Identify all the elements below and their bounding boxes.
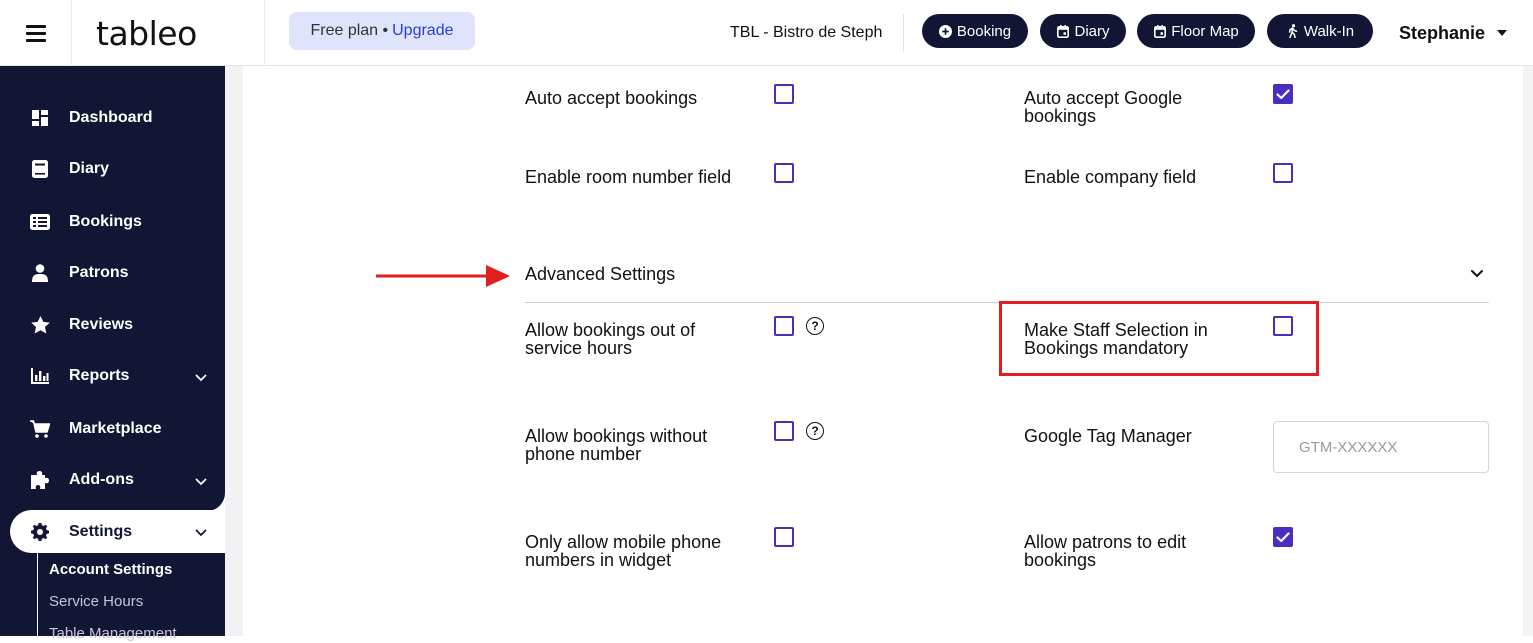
new-booking-button[interactable]: Booking bbox=[922, 14, 1028, 48]
diary-button-label: Diary bbox=[1074, 22, 1110, 40]
chevron-down-icon bbox=[195, 369, 207, 387]
puzzle-icon bbox=[29, 469, 51, 491]
chevron-down-icon bbox=[195, 524, 207, 542]
calendar-icon bbox=[1056, 24, 1070, 38]
auto-accept-google-checkbox[interactable] bbox=[1273, 84, 1293, 104]
patrons-edit-label: Allow patrons to edit bookings bbox=[1024, 532, 1187, 570]
help-icon[interactable]: ? bbox=[806, 317, 824, 335]
sidebar-item-label: Reports bbox=[69, 367, 130, 384]
sidebar-item-patrons[interactable]: Patrons bbox=[0, 251, 225, 295]
settings-content bbox=[243, 66, 1533, 636]
walking-icon bbox=[1286, 24, 1300, 38]
staff-mandatory-label: Make Staff Selection in Bookings mandato… bbox=[1024, 320, 1208, 358]
auto-accept-checkbox[interactable] bbox=[774, 84, 794, 104]
staff-mandatory-checkbox[interactable] bbox=[1273, 316, 1293, 336]
gtm-label: Google Tag Manager bbox=[1024, 426, 1192, 446]
advanced-settings-toggle[interactable]: Advanced Settings bbox=[525, 264, 675, 285]
plus-circle-icon bbox=[939, 24, 953, 38]
list-icon bbox=[29, 211, 51, 233]
sidebar: Dashboard Diary Bookings Patrons Reviews… bbox=[0, 66, 225, 643]
plan-badge: Free plan • Upgrade bbox=[289, 12, 475, 50]
submenu-item-account-settings[interactable]: Account Settings bbox=[49, 561, 172, 578]
no-phone-label: Allow bookings without phone number bbox=[525, 426, 708, 464]
user-name: Stephanie bbox=[1399, 22, 1486, 43]
hamburger-icon bbox=[25, 25, 46, 42]
gtm-input[interactable] bbox=[1273, 421, 1489, 473]
booking-button-label: Booking bbox=[956, 22, 1012, 40]
calendar-icon bbox=[1153, 24, 1167, 38]
sidebar-item-label: Add-ons bbox=[69, 471, 134, 488]
red-arrow-annotation bbox=[376, 262, 512, 295]
sidebar-item-reviews[interactable]: Reviews bbox=[0, 303, 225, 347]
chevron-down-icon bbox=[195, 473, 207, 491]
company-field-label: Enable company field bbox=[1024, 167, 1197, 187]
dashboard-icon bbox=[29, 107, 51, 129]
walk-in-button-label: Walk-In bbox=[1303, 22, 1355, 40]
walk-in-button[interactable]: Walk-In bbox=[1267, 14, 1373, 48]
floor-map-button[interactable]: Floor Map bbox=[1137, 14, 1255, 48]
gear-icon bbox=[29, 521, 51, 543]
company-field-checkbox[interactable] bbox=[1273, 163, 1293, 183]
book-icon bbox=[29, 158, 51, 180]
no-phone-checkbox[interactable] bbox=[774, 421, 794, 441]
help-icon[interactable]: ? bbox=[806, 422, 824, 440]
top-bar: tableo Free plan • Upgrade TBL - Bistro … bbox=[0, 0, 1533, 66]
auto-accept-label: Auto accept bookings bbox=[525, 88, 698, 108]
patrons-edit-checkbox[interactable] bbox=[1273, 527, 1293, 547]
logo-text: tableo bbox=[96, 13, 197, 53]
hamburger-menu-button[interactable] bbox=[0, 0, 72, 66]
venue-name[interactable]: TBL - Bistro de Steph bbox=[730, 0, 890, 66]
sidebar-item-add-ons[interactable]: Add-ons bbox=[0, 458, 225, 502]
room-number-label: Enable room number field bbox=[525, 167, 732, 187]
chevron-down-icon[interactable] bbox=[1470, 266, 1484, 284]
sidebar-item-settings[interactable]: Settings bbox=[10, 510, 225, 553]
checkmark-icon bbox=[1276, 88, 1290, 99]
submenu-item-table-management[interactable]: Table Management bbox=[49, 625, 177, 642]
mobile-only-checkbox[interactable] bbox=[774, 527, 794, 547]
sidebar-item-label: Bookings bbox=[69, 213, 142, 230]
cart-icon bbox=[29, 418, 51, 440]
star-icon bbox=[29, 314, 51, 336]
upgrade-link[interactable]: Upgrade bbox=[392, 22, 453, 40]
diary-button[interactable]: Diary bbox=[1040, 14, 1126, 48]
sidebar-item-reports[interactable]: Reports bbox=[0, 354, 225, 398]
sidebar-item-label: Patrons bbox=[69, 264, 129, 281]
settings-submenu: Account Settings Service Hours Table Man… bbox=[37, 553, 225, 643]
caret-down-icon bbox=[1497, 30, 1508, 36]
sidebar-item-label: Marketplace bbox=[69, 420, 162, 437]
chart-icon bbox=[29, 365, 51, 387]
submenu-item-service-hours[interactable]: Service Hours bbox=[49, 593, 143, 610]
scrollbar[interactable] bbox=[1523, 66, 1533, 636]
plan-label: Free plan • bbox=[310, 22, 389, 39]
sidebar-item-dashboard[interactable]: Dashboard bbox=[0, 96, 225, 140]
user-menu[interactable]: Stephanie bbox=[1399, 0, 1508, 66]
sidebar-item-label: Dashboard bbox=[69, 109, 153, 126]
sidebar-item-label: Reviews bbox=[69, 316, 134, 333]
header-divider bbox=[903, 14, 904, 52]
content-gutter bbox=[225, 66, 243, 636]
logo[interactable]: tableo bbox=[72, 0, 265, 66]
out-of-hours-checkbox[interactable] bbox=[774, 316, 794, 336]
user-icon bbox=[29, 262, 51, 284]
sidebar-item-diary[interactable]: Diary bbox=[0, 147, 225, 191]
room-number-checkbox[interactable] bbox=[774, 163, 794, 183]
out-of-hours-label: Allow bookings out of service hours bbox=[525, 320, 696, 358]
checkmark-icon bbox=[1276, 531, 1290, 542]
floor-map-button-label: Floor Map bbox=[1171, 22, 1239, 40]
sidebar-item-marketplace[interactable]: Marketplace bbox=[0, 407, 225, 451]
sidebar-item-label: Settings bbox=[69, 522, 133, 540]
sidebar-item-label: Diary bbox=[69, 160, 110, 177]
mobile-only-label: Only allow mobile phone numbers in widge… bbox=[525, 532, 722, 570]
sidebar-item-bookings[interactable]: Bookings bbox=[0, 200, 225, 244]
auto-accept-google-label: Auto accept Google bookings bbox=[1024, 88, 1183, 126]
